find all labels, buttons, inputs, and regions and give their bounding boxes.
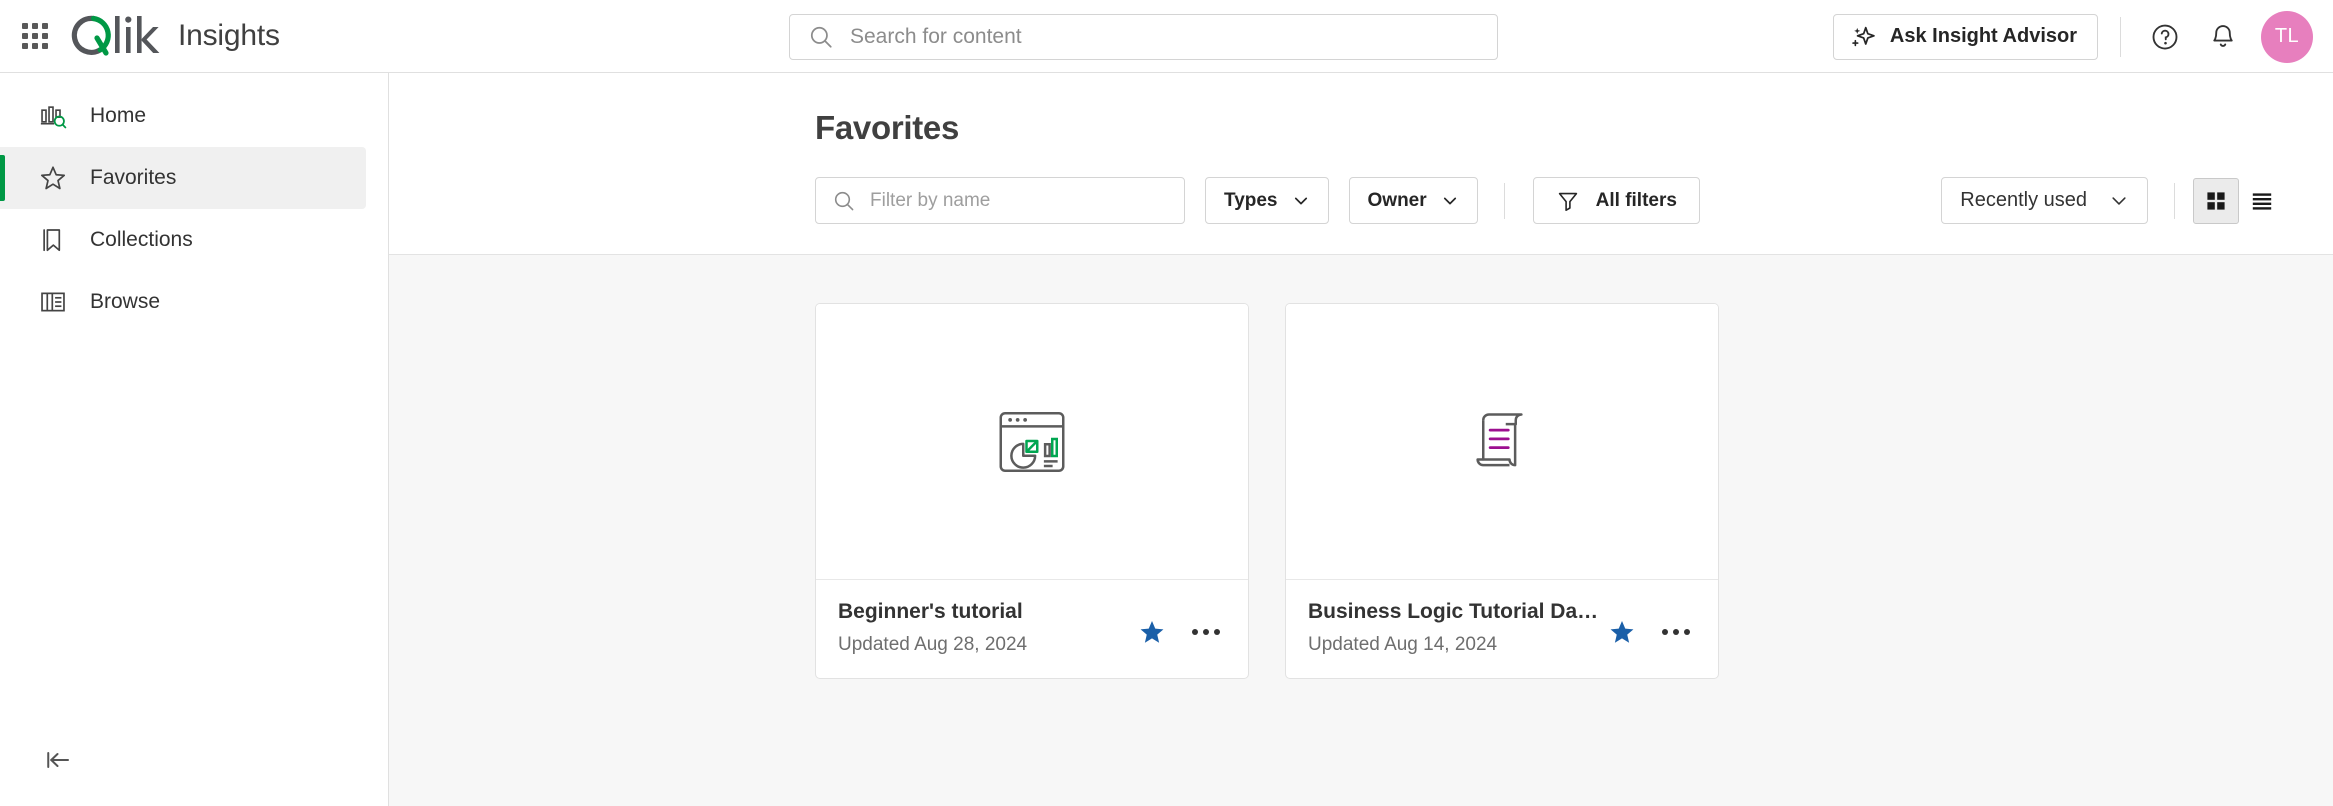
sidebar-item-label: Browse bbox=[90, 290, 160, 314]
sort-dropdown-label: Recently used bbox=[1960, 189, 2087, 212]
main-header: Favorites Filter by name Types bbox=[389, 73, 2333, 254]
toolbar-divider bbox=[1504, 183, 1505, 219]
chevron-down-icon bbox=[2109, 191, 2129, 211]
card-text-block: Business Logic Tutorial Data Prep Update… bbox=[1308, 600, 1602, 656]
list-view-button[interactable] bbox=[2239, 178, 2285, 224]
app-launcher-icon[interactable] bbox=[18, 19, 52, 53]
notifications-button[interactable] bbox=[2201, 15, 2245, 59]
sidebar-item-home[interactable]: Home bbox=[0, 85, 366, 147]
chevron-down-icon bbox=[1441, 192, 1459, 210]
sidebar-item-favorites[interactable]: Favorites bbox=[0, 147, 366, 209]
page-title: Favorites bbox=[815, 109, 2333, 147]
card-thumbnail bbox=[1286, 304, 1718, 580]
content-card[interactable]: Beginner's tutorial Updated Aug 28, 2024 bbox=[815, 303, 1249, 679]
star-filled-icon bbox=[1608, 618, 1636, 646]
product-title: Insights bbox=[178, 19, 280, 53]
global-search[interactable]: Search for content bbox=[789, 14, 1498, 60]
footer-clipped-region bbox=[389, 802, 2333, 806]
owner-dropdown-label: Owner bbox=[1368, 190, 1427, 212]
grid-view-icon bbox=[2204, 189, 2228, 213]
avatar-initials: TL bbox=[2275, 25, 2299, 48]
content-card[interactable]: Business Logic Tutorial Data Prep Update… bbox=[1285, 303, 1719, 679]
top-bar-actions: Ask Insight Advisor TL bbox=[1833, 0, 2313, 73]
card-updated-date: Updated Aug 14, 2024 bbox=[1308, 634, 1602, 656]
all-filters-button[interactable]: All filters bbox=[1533, 177, 1700, 224]
sort-dropdown[interactable]: Recently used bbox=[1941, 177, 2148, 224]
star-filled-icon bbox=[1138, 618, 1166, 646]
help-circle-icon bbox=[2150, 22, 2180, 52]
filter-by-name-input[interactable]: Filter by name bbox=[815, 177, 1185, 224]
filter-input-placeholder: Filter by name bbox=[870, 190, 990, 212]
card-text-block: Beginner's tutorial Updated Aug 28, 2024 bbox=[838, 600, 1132, 656]
toolbar-divider bbox=[2120, 17, 2121, 57]
content-area: Beginner's tutorial Updated Aug 28, 2024 bbox=[389, 254, 2333, 806]
search-input[interactable]: Search for content bbox=[789, 14, 1498, 60]
card-actions bbox=[1602, 600, 1696, 652]
funnel-icon bbox=[1556, 189, 1580, 213]
browse-columns-icon bbox=[38, 287, 68, 317]
sidebar-nav: Home Favorites bbox=[0, 73, 388, 333]
qlik-logo-icon bbox=[70, 12, 162, 60]
collapse-sidebar-button[interactable] bbox=[36, 738, 80, 782]
search-icon bbox=[832, 189, 856, 213]
list-view-icon bbox=[2250, 189, 2274, 213]
app-body: Home Favorites bbox=[0, 73, 2333, 806]
star-outline-icon bbox=[38, 163, 68, 193]
owner-dropdown[interactable]: Owner bbox=[1349, 177, 1478, 224]
card-actions bbox=[1132, 600, 1226, 652]
qlik-insights-app: Insights Search for content Ask Insight … bbox=[0, 0, 2333, 806]
search-placeholder: Search for content bbox=[850, 25, 1022, 49]
more-options-button[interactable] bbox=[1656, 612, 1696, 652]
insight-chart-search-icon bbox=[38, 101, 68, 131]
bell-icon bbox=[2208, 22, 2238, 52]
chevron-down-icon bbox=[1292, 192, 1310, 210]
types-dropdown-label: Types bbox=[1224, 190, 1278, 212]
app-analytics-icon bbox=[992, 402, 1072, 482]
favorite-star-button[interactable] bbox=[1602, 612, 1642, 652]
sidebar-item-collections[interactable]: Collections bbox=[0, 209, 366, 271]
more-options-icon bbox=[1192, 629, 1220, 635]
card-title: Beginner's tutorial bbox=[838, 600, 1132, 624]
left-sidebar: Home Favorites bbox=[0, 73, 389, 806]
cards-grid: Beginner's tutorial Updated Aug 28, 2024 bbox=[815, 303, 2333, 679]
view-mode-toggle bbox=[2193, 178, 2285, 224]
data-script-scroll-icon bbox=[1462, 402, 1542, 482]
types-dropdown[interactable]: Types bbox=[1205, 177, 1329, 224]
sidebar-item-label: Favorites bbox=[90, 166, 176, 190]
help-button[interactable] bbox=[2143, 15, 2187, 59]
grid-view-button[interactable] bbox=[2193, 178, 2239, 224]
card-title: Business Logic Tutorial Data Prep bbox=[1308, 600, 1602, 624]
search-icon bbox=[808, 24, 834, 50]
view-toggle-divider bbox=[2174, 183, 2175, 219]
sidebar-item-label: Home bbox=[90, 104, 146, 128]
main-content: Favorites Filter by name Types bbox=[389, 73, 2333, 806]
more-options-button[interactable] bbox=[1186, 612, 1226, 652]
content-toolbar: Filter by name Types Owner bbox=[815, 177, 2333, 254]
favorite-star-button[interactable] bbox=[1132, 612, 1172, 652]
more-options-icon bbox=[1662, 629, 1690, 635]
all-filters-label: All filters bbox=[1596, 190, 1677, 212]
collapse-left-icon bbox=[43, 745, 73, 775]
user-avatar[interactable]: TL bbox=[2261, 11, 2313, 63]
card-footer: Business Logic Tutorial Data Prep Update… bbox=[1286, 580, 1718, 678]
ask-insight-advisor-button[interactable]: Ask Insight Advisor bbox=[1833, 14, 2098, 60]
card-footer: Beginner's tutorial Updated Aug 28, 2024 bbox=[816, 580, 1248, 678]
top-navigation-bar: Insights Search for content Ask Insight … bbox=[0, 0, 2333, 73]
card-thumbnail bbox=[816, 304, 1248, 580]
sparkle-icon bbox=[1850, 23, 1878, 51]
bookmark-icon bbox=[38, 225, 68, 255]
sidebar-item-label: Collections bbox=[90, 228, 193, 252]
card-updated-date: Updated Aug 28, 2024 bbox=[838, 634, 1132, 656]
brand-logo[interactable]: Insights bbox=[70, 12, 280, 60]
advisor-button-label: Ask Insight Advisor bbox=[1890, 25, 2077, 48]
sidebar-item-browse[interactable]: Browse bbox=[0, 271, 366, 333]
